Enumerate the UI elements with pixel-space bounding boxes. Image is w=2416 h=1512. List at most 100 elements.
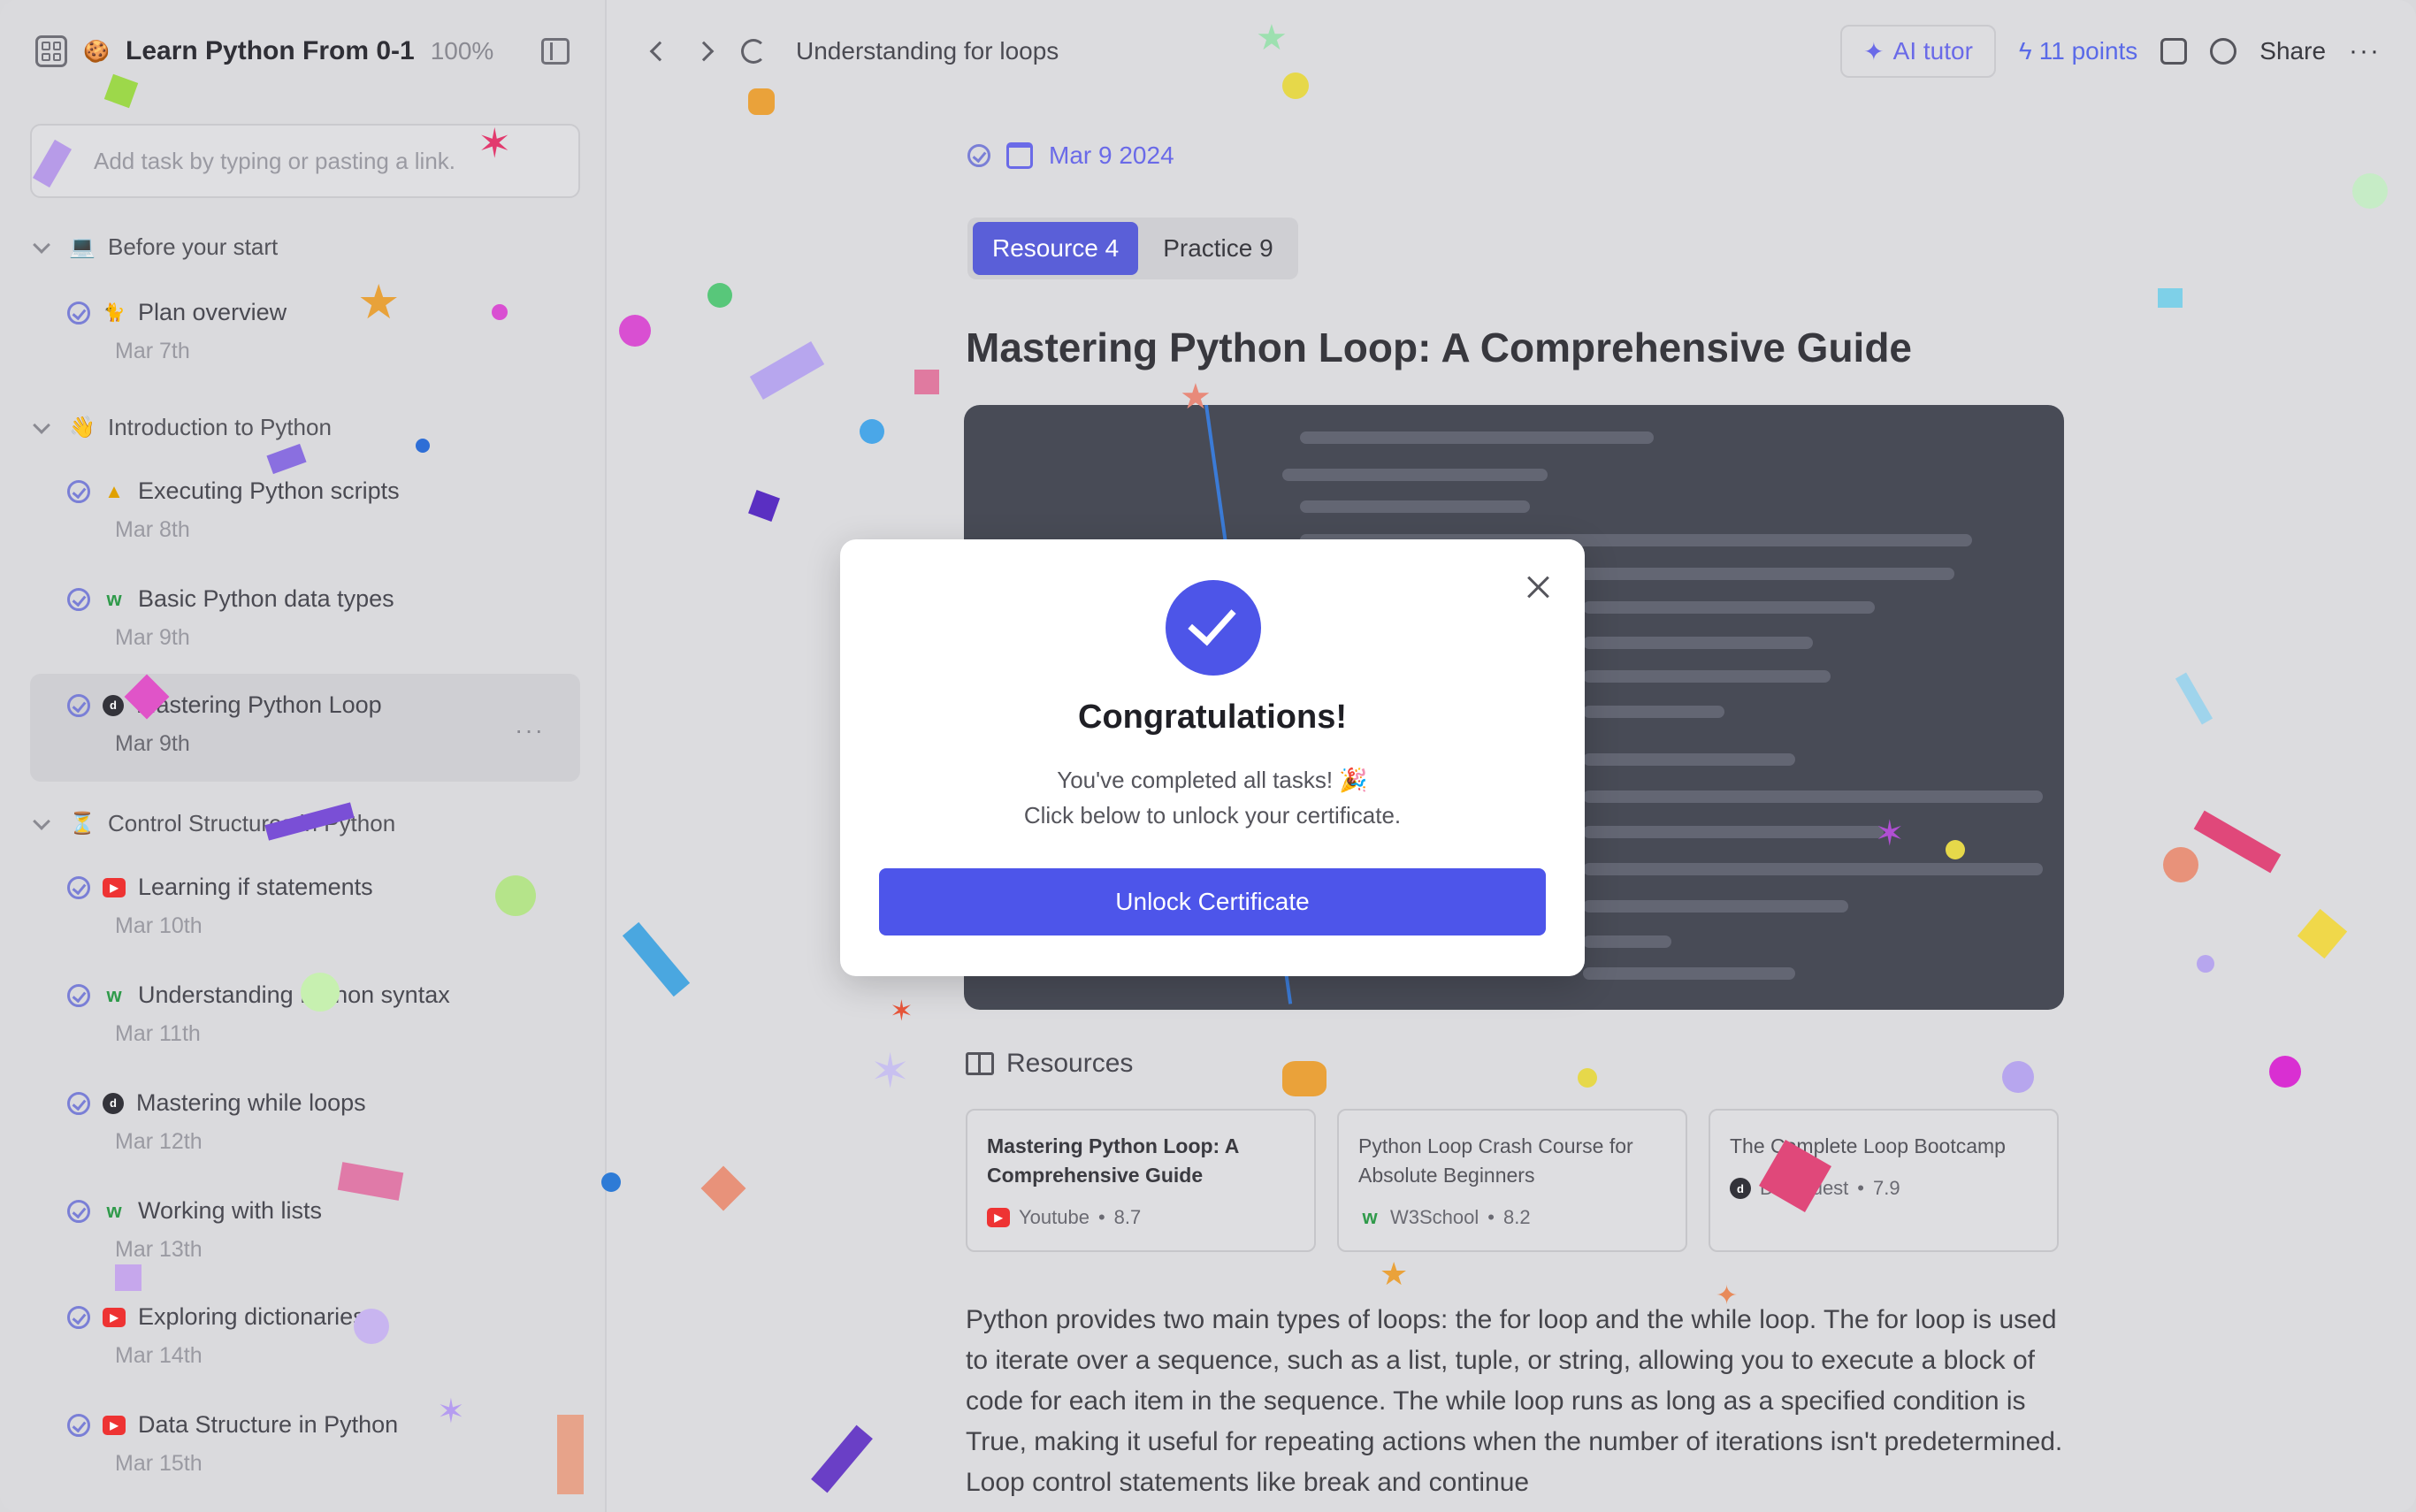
- check-circle-icon[interactable]: [67, 1091, 90, 1115]
- section-before-start[interactable]: 💻 Before your start: [33, 233, 279, 261]
- confetti-piece: [748, 88, 775, 115]
- course-emoji-icon: 🍪: [83, 39, 110, 64]
- sidebar-item-mastering-loop[interactable]: d Mastering Python Loop Mar 9th ···: [30, 674, 580, 782]
- confetti-dot: [2163, 847, 2198, 882]
- tab-practice[interactable]: Practice 9: [1143, 222, 1293, 275]
- item-label: Executing Python scripts: [138, 477, 400, 504]
- chevron-down-icon[interactable]: [33, 812, 50, 830]
- refresh-icon[interactable]: [741, 39, 766, 64]
- card-rating: 7.9: [1873, 1177, 1900, 1199]
- log-line: [1583, 826, 1884, 838]
- chevron-down-icon[interactable]: [33, 235, 50, 254]
- confetti-star: ✶: [1875, 814, 1905, 853]
- separator-dot: •: [1857, 1177, 1864, 1199]
- check-circle-icon[interactable]: [967, 144, 990, 167]
- book-icon: [966, 1052, 994, 1075]
- cat-icon: 🐈: [103, 303, 126, 323]
- tab-resource[interactable]: Resource 4: [973, 222, 1139, 275]
- sidebar-item-while-loops[interactable]: d Mastering while loops Mar 12th: [30, 1072, 580, 1171]
- share-button[interactable]: Share: [2259, 37, 2326, 65]
- resource-card[interactable]: Mastering Python Loop: A Comprehensive G…: [966, 1109, 1316, 1252]
- confetti-dot: [354, 1309, 389, 1344]
- resources-heading: Resources: [966, 1049, 1133, 1079]
- card-meta: w W3School • 8.2: [1358, 1206, 1666, 1229]
- item-date: Mar 11th: [115, 1021, 201, 1046]
- youtube-icon: ▶: [103, 1415, 126, 1435]
- task-date-row: Mar 9 2024: [967, 141, 1174, 170]
- add-task-input[interactable]: [94, 147, 516, 175]
- confetti-dot: [416, 439, 430, 453]
- chevron-down-icon[interactable]: [33, 416, 50, 434]
- check-circle-icon[interactable]: [67, 479, 90, 503]
- confetti-star: ✶: [870, 1045, 911, 1098]
- log-line: [1282, 469, 1548, 481]
- points-badge[interactable]: ϟ 11 points: [2019, 37, 2137, 65]
- top-bar-actions: ✦ AI tutor ϟ 11 points Share ···: [1840, 25, 2381, 78]
- item-label: Understanding Python syntax: [138, 981, 450, 1008]
- confetti-star: ✶: [890, 995, 914, 1027]
- check-circle-icon[interactable]: [67, 1199, 90, 1223]
- section-intro-python[interactable]: 👋 Introduction to Python: [33, 414, 332, 441]
- check-circle-icon[interactable]: [67, 301, 90, 325]
- card-title: Mastering Python Loop: A Comprehensive G…: [987, 1134, 1239, 1187]
- check-circle-icon[interactable]: [67, 1305, 90, 1329]
- sidebar-item-dictionaries[interactable]: ▶ Exploring dictionaries Mar 14th: [30, 1286, 580, 1385]
- ai-tutor-label: AI tutor: [1892, 37, 1973, 65]
- sidebar-item-lists[interactable]: w Working with lists Mar 13th: [30, 1180, 580, 1279]
- confetti-star: ★: [357, 276, 401, 329]
- card-meta: ▶ Youtube • 8.7: [987, 1206, 1295, 1229]
- confetti-dot: [860, 419, 884, 444]
- item-label: Learning if statements: [138, 874, 373, 900]
- dataquest-icon: d: [103, 1092, 124, 1114]
- back-arrow-icon[interactable]: [649, 41, 670, 62]
- log-line: [1583, 967, 1795, 980]
- check-circle-icon[interactable]: [67, 587, 90, 611]
- sparkle-icon: ✦: [1863, 37, 1885, 65]
- confetti-dot: [2352, 173, 2388, 209]
- modal-line-2: Click below to unlock your certificate.: [1023, 802, 1402, 829]
- resource-card[interactable]: Python Loop Crash Course for Absolute Be…: [1337, 1109, 1687, 1252]
- split-view-icon[interactable]: [2160, 38, 2188, 65]
- unlock-certificate-button[interactable]: Unlock Certificate: [879, 868, 1546, 935]
- log-line: [1583, 790, 2043, 803]
- confetti-piece: [914, 370, 939, 394]
- apps-grid-icon[interactable]: [35, 35, 67, 67]
- google-drive-icon: ▲: [104, 479, 124, 502]
- sidebar-item-basic-data-types[interactable]: w Basic Python data types Mar 9th: [30, 568, 580, 667]
- confetti-piece: [1282, 1061, 1327, 1096]
- congrats-modal: Congratulations! You've completed all ta…: [840, 539, 1585, 976]
- confetti-star: ✦: [1716, 1281, 1739, 1310]
- sidebar-toggle-icon[interactable]: [541, 38, 570, 65]
- item-label: Plan overview: [138, 299, 287, 325]
- sidebar-item-plan-overview[interactable]: 🐈 Plan overview Mar 7th: [30, 281, 580, 380]
- resources-label: Resources: [1006, 1049, 1134, 1078]
- dataquest-icon: d: [1730, 1178, 1751, 1199]
- close-icon[interactable]: [1526, 575, 1551, 599]
- item-label: Working with lists: [138, 1197, 323, 1224]
- separator-dot: •: [1097, 1206, 1105, 1228]
- item-date: Mar 14th: [115, 1343, 203, 1368]
- forward-arrow-icon[interactable]: [693, 41, 715, 62]
- task-date[interactable]: Mar 9 2024: [1049, 141, 1174, 170]
- modal-line-1: You've completed all tasks! 🎉: [1057, 767, 1368, 793]
- check-circle-icon[interactable]: [67, 983, 90, 1007]
- w3schools-icon: w: [106, 983, 122, 1006]
- waving-hand-icon: 👋: [69, 416, 96, 439]
- check-circle-icon[interactable]: [67, 875, 90, 899]
- check-circle-icon[interactable]: [67, 693, 90, 717]
- log-line: [1583, 670, 1831, 683]
- card-source: W3School: [1390, 1206, 1479, 1228]
- more-options-icon[interactable]: ···: [515, 716, 545, 745]
- check-circle-icon[interactable]: [67, 1413, 90, 1437]
- modal-title: Congratulations!: [1078, 699, 1347, 736]
- sidebar-item-data-structure[interactable]: ▶ Data Structure in Python Mar 15th: [30, 1394, 580, 1493]
- section-label: Before your start: [108, 233, 279, 260]
- modal-message: You've completed all tasks! 🎉 Click belo…: [840, 762, 1585, 833]
- ai-tutor-button[interactable]: ✦ AI tutor: [1840, 25, 1996, 78]
- item-date: Mar 12th: [115, 1129, 203, 1154]
- sidebar-item-executing-scripts[interactable]: ▲ Executing Python scripts Mar 8th: [30, 460, 580, 559]
- calendar-icon[interactable]: [1006, 142, 1033, 169]
- confetti-dot: [601, 1172, 621, 1192]
- clock-icon[interactable]: [2210, 38, 2237, 65]
- more-options-icon[interactable]: ···: [2349, 36, 2381, 66]
